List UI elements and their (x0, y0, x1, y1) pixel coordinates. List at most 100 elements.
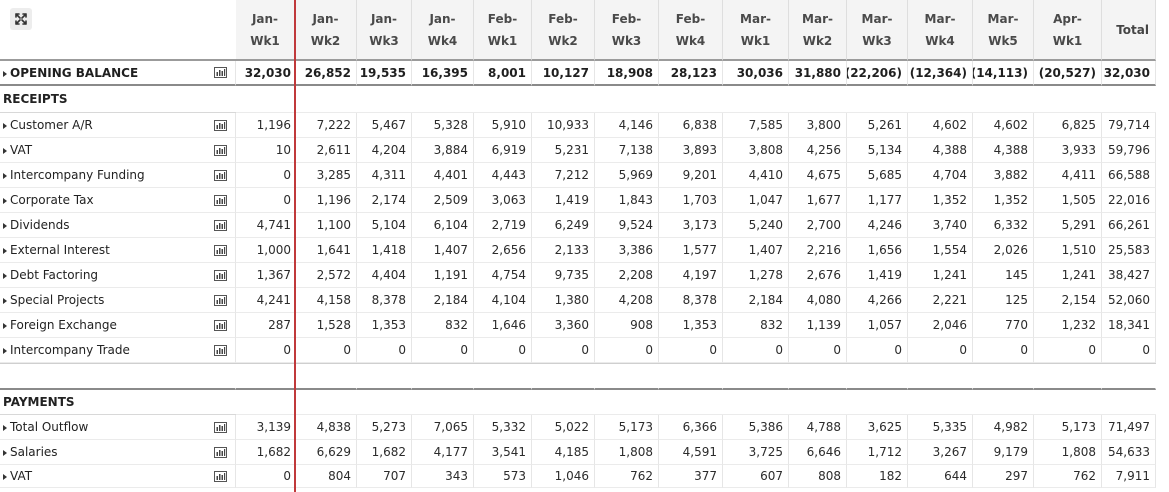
value-cell[interactable]: 0 (236, 188, 295, 213)
value-cell[interactable]: 0 (474, 338, 532, 363)
value-cell[interactable]: 25,583 (1102, 238, 1156, 263)
value-cell[interactable]: 1,554 (908, 238, 973, 263)
expand-arrow-icon[interactable] (3, 474, 7, 480)
value-cell[interactable]: 3,893 (659, 138, 723, 163)
value-cell[interactable]: 0 (659, 338, 723, 363)
value-cell[interactable]: 5,291 (1034, 213, 1102, 238)
value-cell[interactable]: 3,360 (532, 313, 595, 338)
mini-bar-chart-icon[interactable] (214, 194, 227, 206)
value-cell[interactable]: 4,704 (908, 163, 973, 188)
value-cell[interactable]: 4,741 (236, 213, 295, 238)
value-cell[interactable]: 3,808 (723, 138, 789, 163)
value-cell[interactable]: 2,154 (1034, 288, 1102, 313)
value-cell[interactable]: 377 (659, 465, 723, 488)
value-cell[interactable]: 4,675 (789, 163, 847, 188)
period-header[interactable]: Jan- Wk1 (236, 0, 295, 61)
expand-arrow-icon[interactable] (3, 348, 7, 354)
value-cell[interactable]: 28,123 (659, 61, 723, 86)
value-cell[interactable]: 4,246 (847, 213, 908, 238)
receipt-row[interactable]: Dividends (0, 213, 236, 238)
receipt-row[interactable]: External Interest (0, 238, 236, 263)
value-cell[interactable]: 1,656 (847, 238, 908, 263)
value-cell[interactable]: 6,629 (295, 440, 357, 465)
value-cell[interactable]: 66,261 (1102, 213, 1156, 238)
value-cell[interactable]: 804 (295, 465, 357, 488)
value-cell[interactable]: 5,104 (357, 213, 412, 238)
value-cell[interactable]: 4,080 (789, 288, 847, 313)
mini-bar-chart-icon[interactable] (214, 470, 227, 482)
value-cell[interactable]: 3,740 (908, 213, 973, 238)
value-cell[interactable]: 1,000 (236, 238, 295, 263)
value-cell[interactable]: 10,127 (532, 61, 595, 86)
value-cell[interactable]: 832 (412, 313, 474, 338)
value-cell[interactable]: 52,060 (1102, 288, 1156, 313)
value-cell[interactable]: 30,036 (723, 61, 789, 86)
value-cell[interactable]: 2,700 (789, 213, 847, 238)
value-cell[interactable]: 18,908 (595, 61, 659, 86)
value-cell[interactable]: 19,535 (357, 61, 412, 86)
value-cell[interactable]: 644 (908, 465, 973, 488)
value-cell[interactable]: 297 (973, 465, 1034, 488)
value-cell[interactable]: 908 (595, 313, 659, 338)
value-cell[interactable]: 32,030 (236, 61, 295, 86)
period-header[interactable]: Mar- Wk3 (847, 0, 908, 61)
value-cell[interactable]: 2,676 (789, 263, 847, 288)
value-cell[interactable]: 3,933 (1034, 138, 1102, 163)
receipt-row[interactable]: Customer A/R (0, 113, 236, 138)
value-cell[interactable]: 1,419 (847, 263, 908, 288)
period-header[interactable]: Jan- Wk4 (412, 0, 474, 61)
value-cell[interactable]: 1,353 (357, 313, 412, 338)
value-cell[interactable]: 4,591 (659, 440, 723, 465)
value-cell[interactable]: 54,633 (1102, 440, 1156, 465)
value-cell[interactable]: 0 (295, 338, 357, 363)
period-header[interactable]: Feb- Wk3 (595, 0, 659, 61)
value-cell[interactable]: 2,133 (532, 238, 595, 263)
value-cell[interactable]: 0 (412, 338, 474, 363)
value-cell[interactable]: 6,825 (1034, 113, 1102, 138)
value-cell[interactable]: 3,285 (295, 163, 357, 188)
payment-row[interactable]: Total Outflow (0, 415, 236, 440)
value-cell[interactable]: 5,969 (595, 163, 659, 188)
value-cell[interactable]: 770 (973, 313, 1034, 338)
mini-bar-chart-icon[interactable] (214, 119, 227, 131)
value-cell[interactable]: 6,104 (412, 213, 474, 238)
value-cell[interactable]: 7,065 (412, 415, 474, 440)
value-cell[interactable]: 1,407 (723, 238, 789, 263)
value-cell[interactable]: 32,030 (1102, 61, 1156, 86)
value-cell[interactable]: 2,611 (295, 138, 357, 163)
value-cell[interactable]: 832 (723, 313, 789, 338)
value-cell[interactable]: 707 (357, 465, 412, 488)
expand-arrow-icon[interactable] (3, 198, 7, 204)
mini-bar-chart-icon[interactable] (214, 344, 227, 356)
value-cell[interactable]: 2,216 (789, 238, 847, 263)
value-cell[interactable]: 7,212 (532, 163, 595, 188)
value-cell[interactable]: 6,332 (973, 213, 1034, 238)
value-cell[interactable]: 2,208 (595, 263, 659, 288)
value-cell[interactable]: 4,204 (357, 138, 412, 163)
value-cell[interactable]: 1,139 (789, 313, 847, 338)
value-cell[interactable]: 9,524 (595, 213, 659, 238)
value-cell[interactable]: 10 (236, 138, 295, 163)
value-cell[interactable]: 0 (357, 338, 412, 363)
value-cell[interactable]: 4,311 (357, 163, 412, 188)
value-cell[interactable]: 7,138 (595, 138, 659, 163)
value-cell[interactable]: 2,509 (412, 188, 474, 213)
value-cell[interactable]: 4,602 (908, 113, 973, 138)
mini-bar-chart-icon[interactable] (214, 219, 227, 231)
value-cell[interactable]: 5,261 (847, 113, 908, 138)
value-cell[interactable]: (22,206) (847, 61, 908, 86)
opening-balance-row[interactable]: OPENING BALANCE (0, 61, 236, 86)
mini-bar-chart-icon[interactable] (214, 144, 227, 156)
mini-bar-chart-icon[interactable] (214, 169, 227, 181)
value-cell[interactable]: 762 (1034, 465, 1102, 488)
expand-arrow-icon[interactable] (3, 450, 7, 456)
value-cell[interactable]: 0 (236, 465, 295, 488)
value-cell[interactable]: 1,196 (236, 113, 295, 138)
value-cell[interactable]: 2,184 (723, 288, 789, 313)
value-cell[interactable]: 9,201 (659, 163, 723, 188)
value-cell[interactable]: 5,328 (412, 113, 474, 138)
value-cell[interactable]: 0 (1102, 338, 1156, 363)
value-cell[interactable]: 1,577 (659, 238, 723, 263)
value-cell[interactable]: 145 (973, 263, 1034, 288)
value-cell[interactable]: 4,754 (474, 263, 532, 288)
